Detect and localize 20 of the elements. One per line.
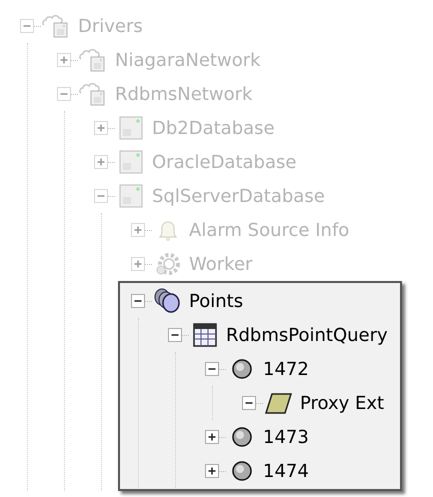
minus-icon[interactable] — [168, 328, 182, 342]
tree-node-label[interactable]: Db2Database — [152, 118, 275, 138]
tree-node-label[interactable]: Drivers — [78, 16, 143, 36]
tree-node-label[interactable]: OracleDatabase — [152, 152, 296, 172]
minus-icon[interactable] — [205, 362, 219, 376]
tree-node-label[interactable]: 1474 — [263, 460, 309, 482]
minus-icon[interactable] — [242, 396, 256, 410]
tree-node-label[interactable]: Proxy Ext — [300, 392, 384, 414]
minus-icon[interactable] — [131, 294, 145, 308]
plus-icon[interactable] — [205, 430, 219, 444]
plus-icon[interactable] — [205, 464, 219, 478]
tree-node-label[interactable]: NiagaraNetwork — [115, 50, 261, 70]
tree-node-label[interactable]: Points — [189, 290, 244, 312]
tree-node-label[interactable]: SqlServerDatabase — [152, 186, 325, 206]
tree-node-label[interactable]: Alarm Source Info — [189, 220, 350, 240]
tree-node-label[interactable]: 1473 — [263, 426, 309, 448]
tree-node-label[interactable]: RdbmsNetwork — [115, 84, 252, 104]
tree-node-label[interactable]: 1472 — [263, 358, 309, 380]
tree-node-label[interactable]: Worker — [189, 254, 252, 274]
tree-node-label[interactable]: RdbmsPointQuery — [226, 324, 388, 346]
